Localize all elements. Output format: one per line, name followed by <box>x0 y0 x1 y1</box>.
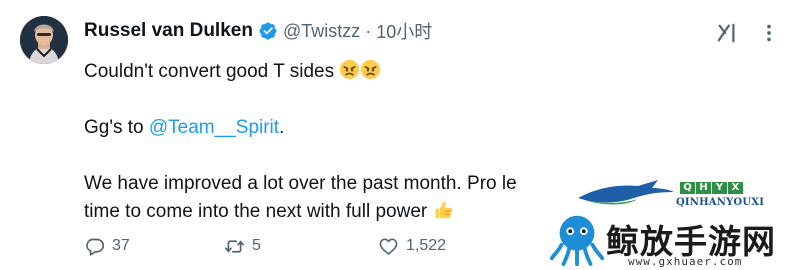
tweet-timestamp[interactable]: 10小时 <box>376 18 432 44</box>
watermark-url: www.gxhuaer.com <box>628 255 743 268</box>
separator-dot: · <box>365 20 372 41</box>
watermark-box: Q <box>680 182 695 194</box>
top-right-actions <box>716 22 780 44</box>
author-handle[interactable]: @Twistzz <box>283 21 360 42</box>
tweet-line-1: Couldn't convert good T sides <box>84 58 544 86</box>
tweet-line-3a: We have improved a lot over the past mon… <box>84 173 517 194</box>
reply-button[interactable]: 37 <box>84 236 224 257</box>
tweet-actions: 37 5 1,522 <box>84 233 498 259</box>
watermark-box: H <box>696 182 711 194</box>
like-button[interactable]: 1,522 <box>378 236 498 257</box>
avatar[interactable] <box>20 16 68 64</box>
thumbs-up-icon <box>435 201 452 219</box>
author-name[interactable]: Russel van Dulken <box>84 20 253 42</box>
grok-icon[interactable] <box>716 22 738 44</box>
retweet-count: 5 <box>252 237 261 254</box>
like-count: 1,522 <box>406 237 447 254</box>
watermark-box: Y <box>712 182 727 194</box>
tweet-line-2: Gg's to @Team__Spirit. <box>84 114 544 142</box>
reply-icon <box>86 238 105 256</box>
tweet-header: Russel van Dulken @Twistzz · 10小时 <box>84 19 432 43</box>
watermark-box: X <box>728 182 743 194</box>
angry-face-icon <box>340 59 360 80</box>
retweet-button[interactable]: 5 <box>224 236 378 257</box>
tweet-line-1-text: Couldn't convert good T sides <box>84 61 335 82</box>
watermark-latin: QINHANYOUXI <box>676 197 765 208</box>
angry-face-icon <box>361 59 381 80</box>
tweet-line-2-prefix: Gg's to <box>84 117 149 138</box>
like-icon <box>379 237 398 255</box>
reply-count: 37 <box>112 237 130 254</box>
octopus-logo-icon <box>549 215 605 266</box>
tweet-line-3b-text: time to come into the next with full pow… <box>84 201 428 222</box>
tweet-line-3b: time to come into the next with full pow… <box>84 198 544 226</box>
verified-badge-icon <box>259 22 277 40</box>
watermark: Q H Y X QINHANYOUXI 鲸放手游网 www.gxhuaer.co… <box>548 160 800 270</box>
retweet-icon <box>224 239 245 253</box>
watermark-logo-boxes: Q H Y X <box>680 182 744 194</box>
mention-link[interactable]: @Team__Spirit <box>149 117 279 138</box>
tweet-body: Couldn't convert good T sides Gg's to @T… <box>84 58 544 226</box>
more-icon[interactable] <box>758 22 780 44</box>
tweet-line-2-suffix: . <box>279 117 285 138</box>
dragon-logo-icon <box>578 180 674 205</box>
